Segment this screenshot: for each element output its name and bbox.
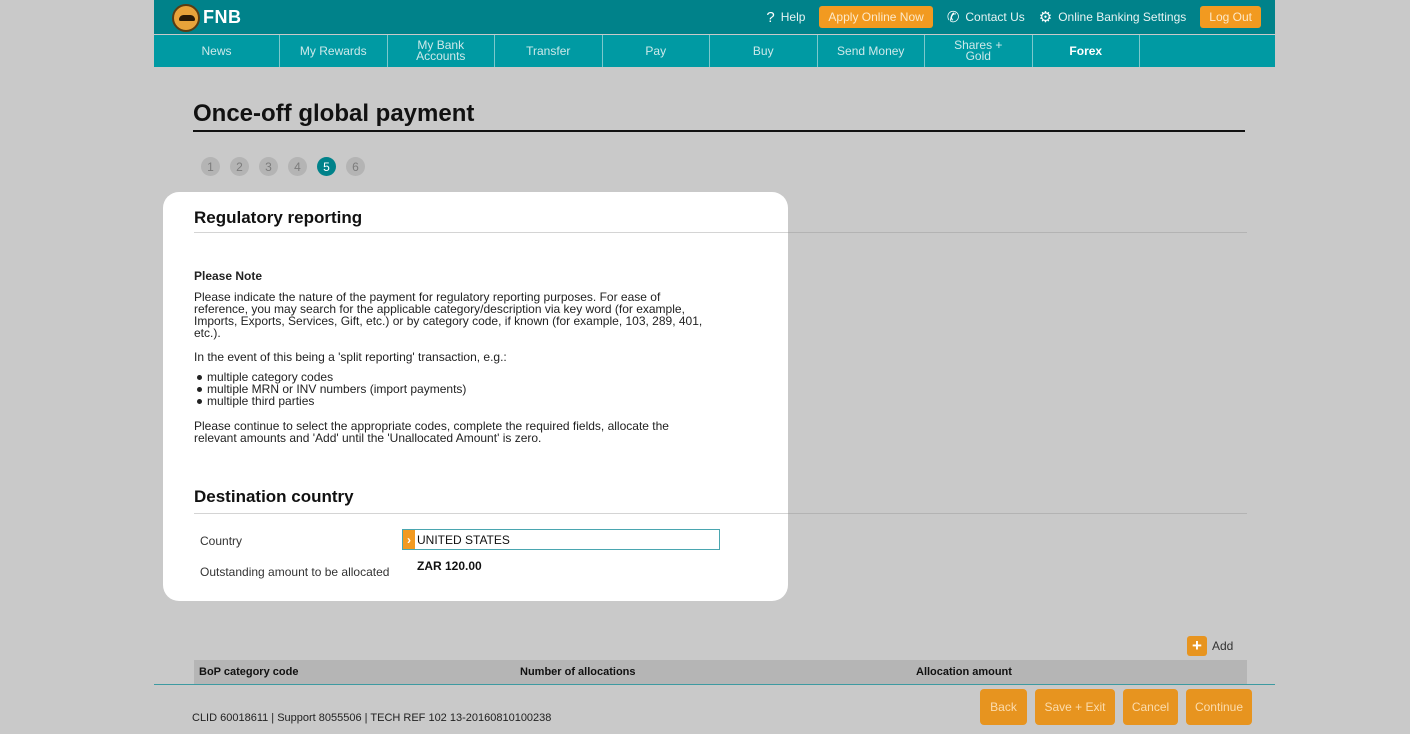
back-button[interactable]: Back (980, 689, 1027, 725)
nav-item-forex[interactable]: Forex (1033, 35, 1140, 67)
column-header-bop-code: BoP category code (199, 666, 299, 678)
destination-divider (194, 513, 788, 514)
note-paragraph-1: Please indicate the nature of the paymen… (194, 290, 703, 340)
destination-heading: Destination country (194, 487, 354, 506)
page-title: Once-off global payment (193, 100, 475, 127)
section-divider-bg-2 (788, 513, 1247, 514)
split-reporting-list: multiple category codes multiple MRN or … (194, 371, 714, 407)
fnb-tree-logo-icon (172, 3, 200, 32)
note-heading: Please Note (194, 269, 263, 283)
country-label: Country (200, 534, 243, 548)
regulatory-divider (194, 232, 788, 233)
footer-reference: CLID 60018611 | Support 8055506 | TECH R… (192, 712, 552, 724)
nav-item-buy[interactable]: Buy (710, 35, 818, 67)
cancel-button[interactable]: Cancel (1123, 689, 1178, 725)
nav-item-send-money[interactable]: Send Money (818, 35, 925, 67)
nav-item-my-rewards[interactable]: My Rewards (280, 35, 388, 67)
fnb-logo[interactable]: FNB (172, 3, 242, 32)
chevron-right-icon: › (403, 530, 415, 549)
fnb-app: FNB ? Help Apply Online Now ✆ Contact Us… (154, 0, 1275, 734)
title-divider (193, 130, 1245, 132)
step-5-active: 5 (317, 157, 336, 176)
step-3: 3 (259, 157, 278, 176)
allocations-table-header: BoP category code Number of allocations … (194, 660, 1247, 684)
note-paragraph-3: Please continue to select the appropriat… (194, 419, 669, 445)
nav-item-my-bank-accounts[interactable]: My Bank Accounts (388, 35, 495, 67)
help-label: Help (780, 10, 806, 24)
step-indicator: 1 2 3 4 5 6 (201, 157, 375, 176)
nav-item-news[interactable]: News (154, 35, 280, 67)
regulatory-card: Regulatory reporting Please Note Please … (163, 192, 788, 601)
save-exit-button[interactable]: Save + Exit (1035, 689, 1115, 725)
brand-name: FNB (203, 7, 242, 27)
step-2: 2 (230, 157, 249, 176)
footer-divider (154, 684, 1275, 685)
contact-us-link[interactable]: ✆ Contact Us (947, 8, 1025, 26)
banking-settings-label: Online Banking Settings (1058, 10, 1187, 24)
contact-us-label: Contact Us (965, 10, 1025, 24)
section-divider-bg (788, 232, 1247, 233)
banking-settings-link[interactable]: ⚙ Online Banking Settings (1039, 8, 1187, 26)
top-bar: FNB ? Help Apply Online Now ✆ Contact Us… (154, 0, 1275, 34)
add-label: Add (1212, 639, 1234, 653)
plus-icon: + (1187, 636, 1207, 656)
nav-item-shares-gold[interactable]: Shares + Gold (925, 35, 1033, 67)
top-actions: ? Help Apply Online Now ✆ Contact Us ⚙ O… (766, 0, 1275, 34)
log-out-button[interactable]: Log Out (1200, 6, 1261, 28)
outstanding-label: Outstanding amount to be allocated (200, 565, 390, 579)
list-item: multiple third parties (194, 395, 714, 407)
continue-button[interactable]: Continue (1186, 689, 1252, 725)
column-header-number-allocations: Number of allocations (520, 666, 636, 678)
phone-icon: ✆ (946, 9, 960, 26)
step-4: 4 (288, 157, 307, 176)
step-1: 1 (201, 157, 220, 176)
country-value: UNITED STATES (417, 532, 510, 547)
nav-item-pay[interactable]: Pay (603, 35, 710, 67)
please-note-block: Please Note Please indicate the nature o… (194, 270, 714, 456)
main-nav: News My Rewards My Bank Accounts Transfe… (154, 35, 1275, 67)
country-select[interactable]: › UNITED STATES (402, 529, 720, 550)
nav-item-transfer[interactable]: Transfer (495, 35, 603, 67)
gear-icon: ⚙ (1038, 9, 1053, 26)
add-allocation-button[interactable]: + Add (1187, 636, 1233, 656)
help-link[interactable]: ? Help (766, 9, 805, 26)
footer-actions: Back Save + Exit Cancel Continue (980, 689, 1252, 725)
column-header-allocation-amount: Allocation amount (916, 666, 1012, 678)
note-paragraph-2: In the event of this being a 'split repo… (194, 350, 507, 364)
outstanding-amount: ZAR 120.00 (417, 559, 482, 573)
apply-online-button[interactable]: Apply Online Now (819, 6, 933, 28)
step-6: 6 (346, 157, 365, 176)
question-icon: ? (766, 8, 775, 26)
regulatory-heading: Regulatory reporting (194, 208, 363, 227)
